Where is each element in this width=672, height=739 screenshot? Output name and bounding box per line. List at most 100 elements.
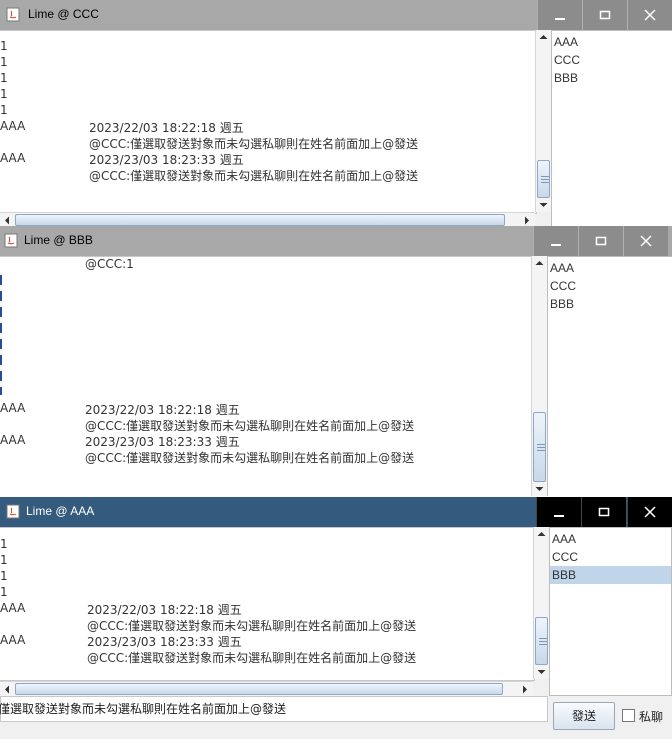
window-title: Lime @ CCC [28,7,99,21]
window-title: Lime @ BBB [24,233,93,247]
close-icon [640,235,652,247]
chevron-left-icon [5,685,9,694]
text-caret-marks [0,275,2,395]
titlebar-aaa[interactable]: Lime @ AAA [0,497,672,527]
user-list[interactable]: AAA CCC BBB [547,256,672,496]
message-line: 1 [0,553,8,567]
message-input[interactable]: 僅選取發送對象而未勾選私聊則在姓名前面加上@發送 [0,696,548,722]
scroll-up-arrow[interactable] [534,527,549,541]
chat-log[interactable]: 1 1 1 1 AAA 2023/22/03 18:22:18 週五 @CCC:… [0,527,535,681]
maximize-button[interactable] [582,0,627,30]
message-sender: AAA [0,633,26,647]
chat-vertical-scrollbar[interactable] [531,256,547,496]
minimize-icon [551,244,561,246]
scroll-thumb[interactable] [533,412,546,482]
scroll-thumb[interactable] [15,214,505,226]
message-text: @CCC:僅選取發送對象而未勾選私聊則在姓名前面加上@發送 [89,137,419,151]
java-app-icon [4,233,18,248]
user-list-item-selected[interactable]: BBB [550,566,671,584]
user-list[interactable]: AAA CCC BBB [549,527,672,696]
message-line: 1 [0,87,8,101]
maximize-icon [595,236,607,246]
close-icon [644,9,656,21]
message-timestamp: 2023/22/03 18:22:18 週五 [89,121,244,135]
chat-vertical-scrollbar[interactable] [533,527,549,679]
minimize-button[interactable] [536,497,581,527]
chevron-right-icon [525,216,529,225]
message-timestamp: 2023/22/03 18:22:18 週五 [85,403,240,417]
maximize-icon [598,507,610,517]
scroll-right-arrow[interactable] [518,682,533,696]
message-timestamp: 2023/23/03 18:23:33 週五 [87,635,242,649]
chevron-down-icon [535,487,544,491]
user-list-item[interactable]: CCC [548,277,672,295]
chevron-down-icon [537,670,546,674]
message-line: 1 [0,569,8,583]
message-sender: AAA [0,401,26,415]
message-line: 1 [0,537,8,551]
message-text: @CCC:1 [85,257,134,271]
minimize-icon [554,515,564,517]
scroll-thumb[interactable] [537,160,550,198]
java-app-icon [6,7,20,22]
minimize-button[interactable] [537,0,582,30]
window-ccc: Lime @ CCC 1 1 1 1 1 AAA 2023/22/03 18:2… [0,0,672,226]
minimize-icon [555,18,565,20]
user-list[interactable]: AAA CCC BBB [551,30,672,226]
scroll-up-arrow[interactable] [536,30,551,44]
minimize-button[interactable] [533,226,578,256]
message-line: 1 [0,39,8,53]
chevron-right-icon [523,685,527,694]
user-list-item[interactable]: BBB [552,69,672,87]
chevron-up-icon [535,261,544,265]
message-timestamp: 2023/22/03 18:22:18 週五 [87,603,242,617]
maximize-button[interactable] [578,226,623,256]
scroll-right-arrow[interactable] [520,213,535,226]
close-button[interactable] [623,226,668,256]
chat-log[interactable]: @CCC:1 AAA 2023/22/03 18:22:18 週五 @CCC:僅… [0,256,533,496]
user-list-item[interactable]: AAA [548,259,672,277]
scroll-thumb[interactable] [15,683,503,695]
chevron-down-icon [539,203,548,207]
scroll-thumb[interactable] [535,617,548,665]
titlebar-bbb[interactable]: Lime @ BBB [0,226,672,256]
titlebar-ccc[interactable]: Lime @ CCC [0,0,672,30]
maximize-icon [599,10,611,20]
scroll-left-arrow[interactable] [0,682,15,696]
chat-horizontal-scrollbar[interactable] [0,212,535,226]
message-sender: AAA [0,601,26,615]
message-sender: AAA [0,151,26,165]
user-list-item[interactable]: AAA [550,530,671,548]
user-list-item[interactable]: CCC [550,548,671,566]
close-button[interactable] [627,0,672,30]
message-sender: AAA [0,433,26,447]
message-text: @CCC:僅選取發送對象而未勾選私聊則在姓名前面加上@發送 [89,169,419,183]
private-chat-label: 私聊 [639,710,664,724]
chevron-left-icon [5,216,9,225]
window-title: Lime @ AAA [26,504,95,518]
private-chat-checkbox[interactable] [622,709,635,722]
message-line: 1 [0,71,8,85]
user-list-item[interactable]: AAA [552,33,672,51]
close-button[interactable] [627,497,672,527]
message-text: @CCC:僅選取發送對象而未勾選私聊則在姓名前面加上@發送 [87,619,417,633]
user-list-item[interactable]: CCC [552,51,672,69]
chat-vertical-scrollbar[interactable] [535,30,551,212]
scroll-down-arrow[interactable] [532,482,547,496]
message-line: 1 [0,55,8,69]
scroll-down-arrow[interactable] [534,665,549,679]
scroll-up-arrow[interactable] [532,256,547,270]
chat-horizontal-scrollbar[interactable] [0,681,533,696]
chat-log[interactable]: 1 1 1 1 1 AAA 2023/22/03 18:22:18 週五 @CC… [0,30,537,214]
scroll-down-arrow[interactable] [536,198,551,212]
java-app-icon [6,504,20,519]
window-aaa: Lime @ AAA 1 1 1 1 AAA 2023/22/03 18:22:… [0,497,672,739]
message-text: @CCC:僅選取發送對象而未勾選私聊則在姓名前面加上@發送 [85,419,415,433]
scroll-left-arrow[interactable] [0,213,15,226]
message-sender: AAA [0,119,26,133]
message-text: @CCC:僅選取發送對象而未勾選私聊則在姓名前面加上@發送 [87,651,417,665]
close-icon [644,506,656,518]
user-list-item[interactable]: BBB [548,295,672,313]
send-button[interactable]: 發送 [553,702,615,730]
maximize-button[interactable] [581,497,626,527]
